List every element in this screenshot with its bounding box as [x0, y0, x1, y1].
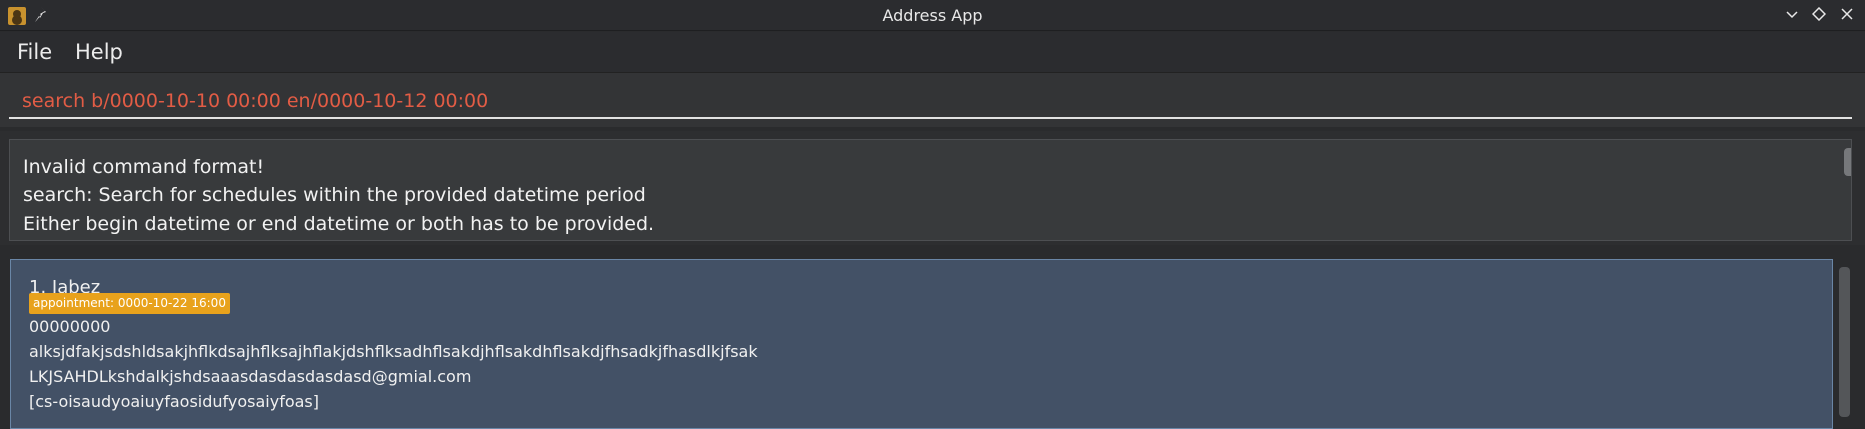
app-icon — [8, 7, 26, 25]
close-icon-graphic — [1841, 8, 1853, 20]
result-line: Invalid command format! — [23, 156, 265, 178]
close-icon[interactable] — [1837, 6, 1857, 26]
minimize-icon-graphic — [1786, 11, 1798, 19]
menu-help[interactable]: Help — [75, 40, 123, 64]
appointment-badge: appointment: 0000-10-22 16:00 — [29, 293, 230, 314]
result-display-area: Invalid command format! search: Search f… — [0, 131, 1865, 245]
person-list: 1. Jabez appointment: 0000-10-22 16:00 0… — [0, 250, 1865, 429]
result-line: Either begin datetime or end datetime or… — [23, 213, 655, 235]
person-address: alksjdfakjsdshldsakjhflkdsajhflksajhflak… — [29, 342, 758, 361]
list-scrollbar[interactable] — [1839, 267, 1850, 417]
result-line: search: Search for schedules within the … — [23, 184, 646, 206]
menu-file[interactable]: File — [17, 40, 52, 64]
result-display[interactable]: Invalid command format! search: Search f… — [9, 139, 1852, 241]
person-email: LKJSAHDLkshdalkjshdsaaasdasdasdasdasd@gm… — [29, 367, 472, 386]
pin-icon[interactable] — [34, 6, 48, 24]
person-phone: 00000000 — [29, 317, 111, 336]
menu-bar: File Help — [0, 32, 1865, 72]
command-input[interactable] — [9, 85, 1852, 119]
command-box-area — [0, 72, 1865, 127]
pin-icon-graphic — [35, 7, 46, 22]
minimize-icon[interactable] — [1782, 6, 1802, 26]
maximize-icon-graphic — [1811, 6, 1827, 22]
maximize-icon[interactable] — [1809, 6, 1829, 26]
person-card[interactable]: 1. Jabez appointment: 0000-10-22 16:00 0… — [10, 259, 1833, 429]
result-scrollbar[interactable] — [1844, 148, 1851, 176]
person-tag: [cs-oisaudyoaiuyfaosidufyosaiyfoas] — [29, 392, 320, 411]
title-bar: Address App — [0, 0, 1865, 31]
window-title: Address App — [882, 6, 983, 25]
